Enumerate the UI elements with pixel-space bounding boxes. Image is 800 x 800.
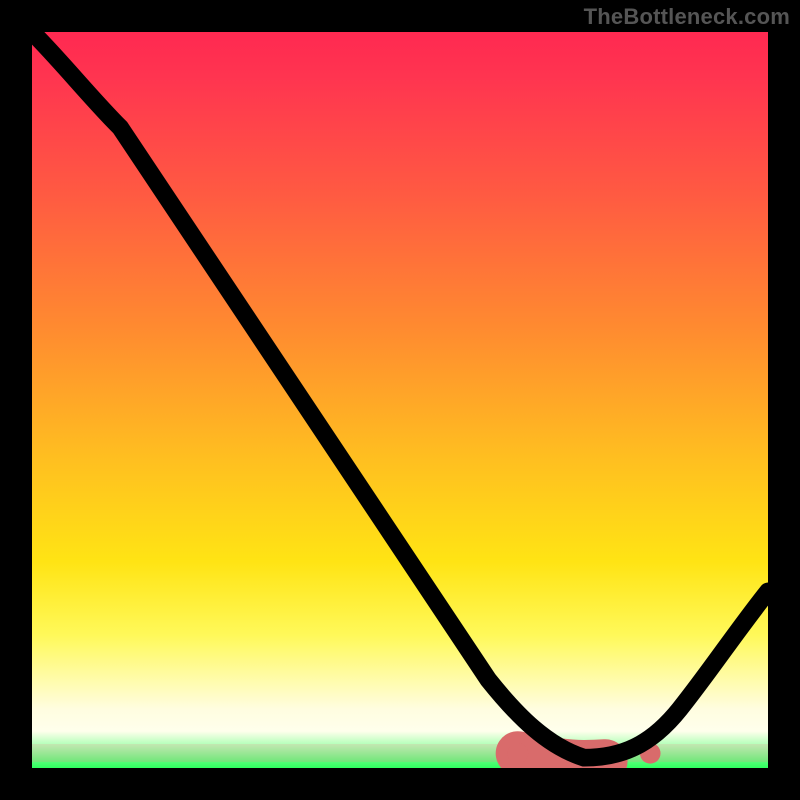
chart-canvas: TheBottleneck.com	[0, 0, 800, 800]
optimal-range-start-dot	[507, 743, 528, 764]
bottleneck-curve	[32, 32, 768, 758]
plot-area	[32, 32, 768, 768]
curve-layer	[32, 32, 768, 768]
watermark-label: TheBottleneck.com	[584, 4, 790, 30]
